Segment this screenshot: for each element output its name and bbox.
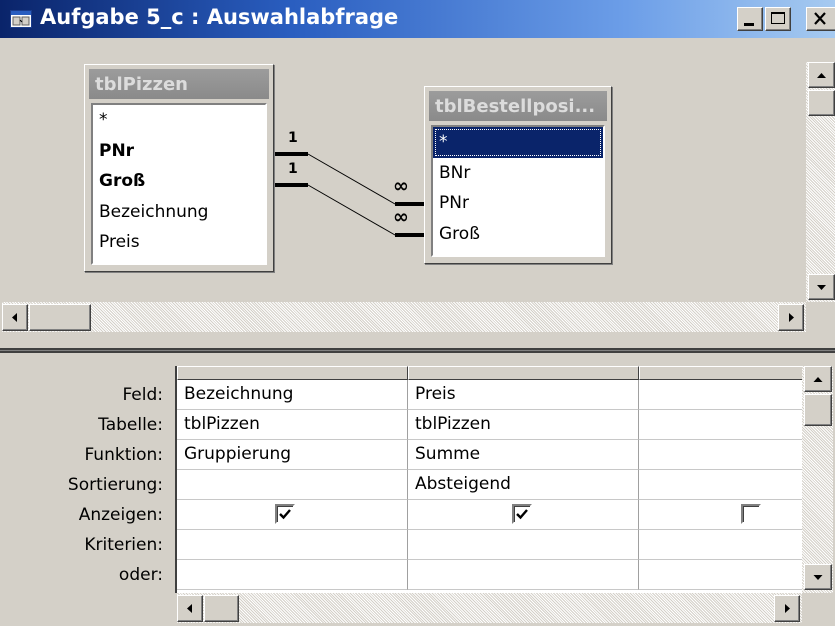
grid-horizontal-scrollbar[interactable] bbox=[177, 593, 802, 623]
field-list[interactable]: * PNr Groß Bezeichnung Preis bbox=[91, 103, 267, 265]
show-checkbox[interactable] bbox=[275, 504, 295, 524]
query-window-icon bbox=[10, 10, 32, 28]
scroll-thumb[interactable] bbox=[29, 304, 91, 331]
grid-cell-sortierung[interactable] bbox=[177, 470, 408, 500]
arrow-right-icon bbox=[789, 313, 794, 322]
query-design-grid-area: Feld: Tabelle: Funktion: Sortierung: Anz… bbox=[0, 357, 835, 626]
arrow-down-icon bbox=[817, 285, 826, 290]
minimize-icon bbox=[744, 23, 754, 26]
window-title: Aufgabe 5_c : Auswahlabfrage bbox=[40, 5, 399, 29]
field-item[interactable]: PNr bbox=[433, 188, 603, 219]
grid-cell-tabelle[interactable]: tblPizzen bbox=[177, 410, 408, 440]
scroll-thumb[interactable] bbox=[204, 595, 239, 622]
scroll-up-button[interactable] bbox=[808, 62, 835, 88]
table-box-tblbestellpositionen[interactable]: tblBestellposi... * BNr PNr Groß bbox=[424, 86, 612, 264]
grid-cell-feld[interactable]: Preis bbox=[408, 380, 639, 410]
scroll-thumb[interactable] bbox=[808, 90, 835, 116]
arrow-left-icon bbox=[12, 313, 17, 322]
scroll-right-button[interactable] bbox=[778, 304, 804, 331]
grid-cell-oder[interactable] bbox=[177, 560, 408, 590]
grid-cell-tabelle[interactable]: tblPizzen bbox=[408, 410, 639, 440]
show-checkbox[interactable] bbox=[512, 504, 532, 524]
maximize-icon bbox=[771, 12, 785, 24]
grid-cell-anzeigen[interactable] bbox=[177, 500, 408, 530]
relationship-many-label: ∞ bbox=[393, 206, 409, 228]
show-checkbox[interactable] bbox=[741, 504, 761, 524]
grid-cell-funktion[interactable]: Gruppierung bbox=[177, 440, 408, 470]
scroll-left-button[interactable] bbox=[2, 304, 28, 331]
scroll-thumb[interactable] bbox=[804, 394, 832, 426]
scroll-corner bbox=[806, 302, 835, 332]
grid-cell-feld[interactable] bbox=[639, 380, 802, 410]
arrow-up-icon bbox=[817, 73, 826, 78]
scroll-right-button[interactable] bbox=[774, 595, 800, 622]
checkmark-icon bbox=[279, 509, 291, 520]
grid-cell-anzeigen[interactable] bbox=[639, 500, 802, 530]
field-item[interactable]: Groß bbox=[93, 166, 265, 197]
field-item[interactable]: Preis bbox=[93, 227, 265, 258]
field-item[interactable]: PNr bbox=[93, 136, 265, 167]
relationship-one-label: 1 bbox=[288, 130, 298, 146]
design-horizontal-scrollbar[interactable] bbox=[2, 302, 806, 332]
column-selector[interactable] bbox=[639, 366, 802, 380]
field-item[interactable]: Groß bbox=[433, 219, 603, 250]
grid-cell-kriterien[interactable] bbox=[408, 530, 639, 560]
grid-cell-tabelle[interactable] bbox=[639, 410, 802, 440]
field-item[interactable]: * bbox=[93, 105, 265, 136]
field-item[interactable]: Bezeichnung bbox=[93, 197, 265, 228]
grid-cell-sortierung[interactable]: Absteigend bbox=[408, 470, 639, 500]
row-label-funktion: Funktion: bbox=[84, 445, 163, 465]
arrow-right-icon bbox=[785, 604, 790, 613]
table-title[interactable]: tblPizzen bbox=[89, 69, 269, 99]
table-title[interactable]: tblBestellposi... bbox=[429, 91, 607, 121]
grid-cell-oder[interactable] bbox=[408, 560, 639, 590]
row-label-oder: oder: bbox=[118, 565, 163, 585]
grid-cell-funktion[interactable]: Summe bbox=[408, 440, 639, 470]
arrow-left-icon bbox=[187, 604, 192, 613]
relationship-one-label: 1 bbox=[288, 161, 298, 177]
minimize-button[interactable] bbox=[737, 7, 763, 31]
scroll-up-button[interactable] bbox=[804, 366, 832, 392]
grid-cell-anzeigen[interactable] bbox=[408, 500, 639, 530]
splitter-bar[interactable] bbox=[0, 348, 835, 353]
grid-vertical-scrollbar[interactable] bbox=[802, 366, 833, 593]
row-label-kriterien: Kriterien: bbox=[84, 535, 163, 555]
row-label-tabelle: Tabelle: bbox=[98, 415, 163, 435]
window-title-bar[interactable]: Aufgabe 5_c : Auswahlabfrage bbox=[0, 0, 835, 38]
arrow-up-icon bbox=[813, 377, 823, 382]
field-item-selected[interactable]: * bbox=[433, 127, 603, 158]
row-label-feld: Feld: bbox=[122, 385, 163, 405]
table-design-area[interactable]: 1 1 ∞ ∞ tblPizzen * PNr Groß Bezeichnung… bbox=[0, 38, 835, 343]
close-button[interactable] bbox=[806, 7, 835, 31]
row-label-anzeigen: Anzeigen: bbox=[78, 505, 163, 525]
column-selector[interactable] bbox=[177, 366, 408, 380]
pane-splitter[interactable] bbox=[0, 343, 835, 357]
grid-cell-sortierung[interactable] bbox=[639, 470, 802, 500]
scroll-down-button[interactable] bbox=[808, 274, 835, 300]
grid-cell-kriterien[interactable] bbox=[177, 530, 408, 560]
column-selector[interactable] bbox=[408, 366, 639, 380]
row-label-sortierung: Sortierung: bbox=[67, 475, 163, 495]
grid-cell-funktion[interactable] bbox=[639, 440, 802, 470]
scroll-down-button[interactable] bbox=[804, 564, 832, 590]
field-item[interactable]: BNr bbox=[433, 158, 603, 189]
design-vertical-scrollbar[interactable] bbox=[806, 62, 835, 302]
table-box-tblpizzen[interactable]: tblPizzen * PNr Groß Bezeichnung Preis bbox=[84, 64, 274, 272]
scroll-left-button[interactable] bbox=[177, 595, 203, 622]
arrow-down-icon bbox=[813, 575, 823, 580]
close-icon bbox=[814, 12, 826, 25]
grid-cell-kriterien[interactable] bbox=[639, 530, 802, 560]
grid-cell-oder[interactable] bbox=[639, 560, 802, 590]
query-grid[interactable]: Bezeichnung tblPizzen Gruppierung Preis … bbox=[175, 366, 802, 593]
field-list[interactable]: * BNr PNr Groß bbox=[431, 125, 605, 257]
grid-cell-feld[interactable]: Bezeichnung bbox=[177, 380, 408, 410]
relationship-many-label: ∞ bbox=[393, 175, 409, 197]
checkmark-icon bbox=[516, 509, 528, 520]
maximize-button[interactable] bbox=[765, 7, 791, 31]
